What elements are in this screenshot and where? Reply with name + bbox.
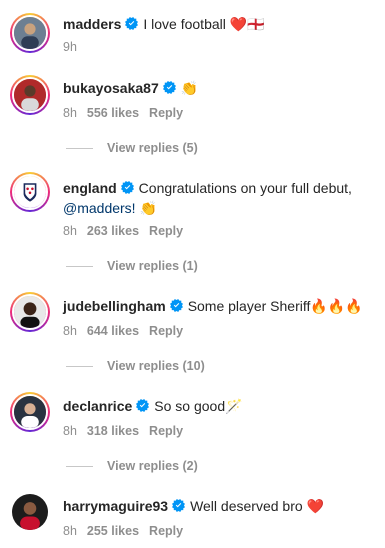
verified-icon	[163, 81, 176, 94]
comment-line: madders I love football ❤️🏴󠁧󠁢󠁥󠁮󠁧󠁿	[63, 14, 377, 35]
avatar[interactable]	[10, 13, 50, 53]
comment-emoji: 👏	[180, 81, 199, 97]
avatar[interactable]	[10, 172, 50, 212]
replies-divider	[66, 147, 93, 149]
comment-text: I love football	[143, 16, 226, 32]
verified-icon	[172, 499, 185, 512]
likes-count[interactable]: 263 likes	[87, 224, 139, 238]
comment-emoji: ❤️🏴󠁧󠁢󠁥󠁮󠁧󠁿	[229, 17, 265, 33]
verified-icon	[136, 399, 149, 412]
reply-button[interactable]: Reply	[149, 524, 183, 538]
view-replies-label: View replies (10)	[107, 359, 205, 373]
timestamp: 9h	[63, 40, 77, 54]
timestamp: 8h	[63, 324, 77, 338]
comment-emoji: 👏	[139, 201, 157, 217]
comment-emoji: 🔥🔥🔥	[310, 299, 363, 315]
likes-count[interactable]: 318 likes	[87, 424, 139, 438]
avatar[interactable]	[10, 75, 50, 115]
replies-divider	[66, 265, 93, 267]
comment-meta: 8h 255 likes Reply	[63, 523, 193, 539]
verified-icon	[121, 181, 134, 194]
comment-text: So so good	[154, 398, 226, 414]
comment-line: harrymaguire93 Well deserved bro ❤️	[63, 496, 377, 517]
username[interactable]: judebellingham	[63, 298, 166, 314]
comment-meta: 9h	[63, 39, 87, 55]
comment-text: Well deserved bro	[190, 498, 303, 514]
mention-link[interactable]: @madders!	[63, 200, 136, 216]
timestamp: 8h	[63, 224, 77, 238]
comment-line: england Congratulations on your full debu…	[63, 178, 377, 219]
comment-meta: 8h 644 likes Reply	[63, 323, 193, 339]
avatar[interactable]	[10, 392, 50, 432]
verified-icon	[125, 17, 138, 30]
comment-line: bukayosaka87 👏	[63, 78, 377, 99]
comment-emoji: ❤️	[306, 499, 324, 515]
comment-emoji: 🪄	[225, 399, 243, 415]
reply-button[interactable]: Reply	[149, 424, 183, 438]
replies-divider	[66, 465, 93, 467]
verified-icon	[170, 299, 183, 312]
comment-meta: 8h 556 likes Reply	[63, 105, 193, 121]
timestamp: 8h	[63, 424, 77, 438]
comment-meta: 8h 318 likes Reply	[63, 423, 193, 439]
comment-text: Some player Sheriff	[187, 298, 311, 314]
view-replies-label: View replies (1)	[107, 259, 198, 273]
replies-divider	[66, 365, 93, 367]
view-replies-button[interactable]: View replies (5)	[66, 140, 198, 156]
avatar[interactable]	[12, 494, 48, 530]
comment-text: Congratulations on your full debut,	[138, 180, 352, 196]
username[interactable]: harrymaguire93	[63, 498, 168, 514]
username[interactable]: england	[63, 180, 117, 196]
reply-button[interactable]: Reply	[149, 224, 183, 238]
likes-count[interactable]: 556 likes	[87, 106, 139, 120]
reply-button[interactable]: Reply	[149, 324, 183, 338]
username[interactable]: bukayosaka87	[63, 80, 159, 96]
avatar[interactable]	[10, 292, 50, 332]
comment-meta: 8h 263 likes Reply	[63, 223, 193, 239]
view-replies-label: View replies (2)	[107, 459, 198, 473]
timestamp: 8h	[63, 106, 77, 120]
view-replies-button[interactable]: View replies (1)	[66, 258, 198, 274]
likes-count[interactable]: 644 likes	[87, 324, 139, 338]
view-replies-button[interactable]: View replies (2)	[66, 458, 198, 474]
comment-line: declanrice So so good🪄	[63, 396, 377, 417]
username[interactable]: madders	[63, 16, 121, 32]
view-replies-label: View replies (5)	[107, 141, 198, 155]
reply-button[interactable]: Reply	[149, 106, 183, 120]
timestamp: 8h	[63, 524, 77, 538]
username[interactable]: declanrice	[63, 398, 132, 414]
likes-count[interactable]: 255 likes	[87, 524, 139, 538]
view-replies-button[interactable]: View replies (10)	[66, 358, 205, 374]
comment-line: judebellingham Some player Sheriff🔥🔥🔥	[63, 296, 377, 317]
